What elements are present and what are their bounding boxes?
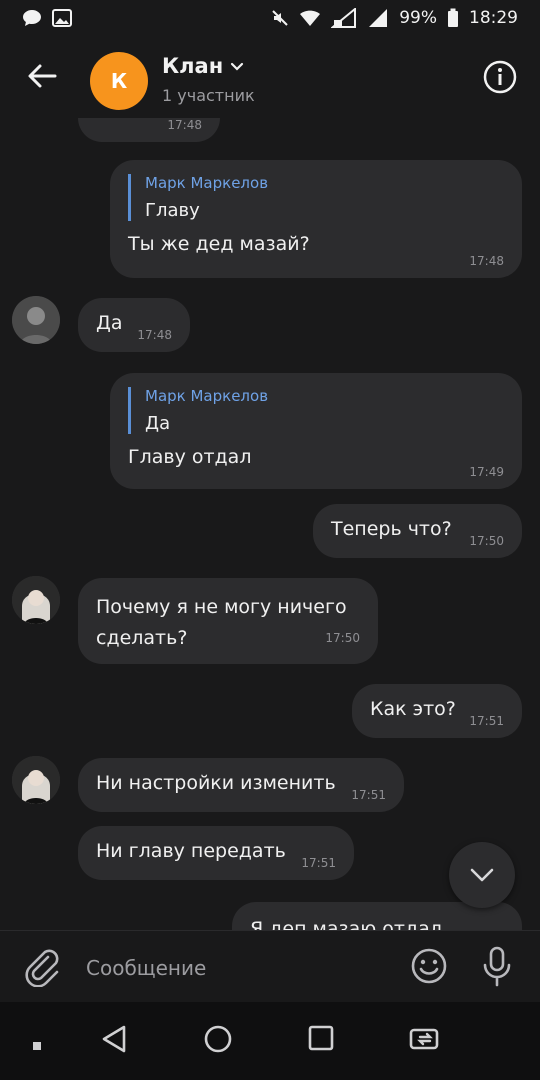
nav-home-button[interactable] xyxy=(203,1024,233,1058)
chat-info-button[interactable] xyxy=(483,60,517,94)
smiley-icon xyxy=(411,948,447,984)
message-bubble[interactable]: Ни главу передать 17:51 xyxy=(78,826,354,880)
message-bubble[interactable]: Теперь что? 17:50 xyxy=(313,504,522,558)
chat-title-text: Клан xyxy=(162,54,224,78)
reply-quote[interactable]: Марк Маркелов Главу xyxy=(128,174,504,221)
avatar[interactable] xyxy=(12,576,60,624)
signal-icon-2 xyxy=(369,9,388,27)
scroll-to-bottom-button[interactable] xyxy=(449,842,515,908)
mute-icon xyxy=(272,10,288,26)
triangle-back-icon xyxy=(102,1025,126,1053)
message-text: Да xyxy=(96,312,123,334)
notification-icons xyxy=(22,9,72,27)
avatar-woman-photo xyxy=(12,576,60,624)
message-time: 17:48 xyxy=(167,118,202,132)
message-text: Ни главу передать xyxy=(96,840,286,862)
chevron-down-icon xyxy=(231,62,244,71)
message-composer xyxy=(0,930,540,1003)
avatar[interactable] xyxy=(12,296,60,344)
chat-notification-icon xyxy=(23,10,41,26)
reply-text: Главу xyxy=(145,200,200,221)
message-time: 17:48 xyxy=(469,254,504,268)
message-bubble[interactable]: Ни настройки изменить 17:51 xyxy=(78,758,404,812)
square-recents-icon xyxy=(308,1025,334,1051)
emoji-button[interactable] xyxy=(410,947,448,985)
avatar-gray-photo xyxy=(12,296,60,344)
info-icon xyxy=(483,60,517,94)
message-time: 17:51 xyxy=(351,788,386,802)
clock: 18:29 xyxy=(469,8,518,28)
nav-dot-button[interactable] xyxy=(32,1036,42,1055)
paperclip-icon xyxy=(25,949,59,988)
message-input[interactable] xyxy=(84,949,388,987)
signal-icon-1 xyxy=(331,8,357,28)
status-bar: 99% 18:29 xyxy=(0,0,540,36)
nav-back-button[interactable] xyxy=(100,1024,128,1058)
microphone-icon xyxy=(483,946,511,987)
message-bubble[interactable]: Марк Маркелов Да Главу отдал 17:49 xyxy=(110,373,522,489)
message-time: 17:50 xyxy=(469,534,504,548)
message-text: Почему я не могу ничего сделать? xyxy=(96,596,347,649)
reply-author: Марк Маркелов xyxy=(145,387,269,405)
arrow-left-icon xyxy=(28,64,57,88)
avatar-woman-photo xyxy=(12,756,60,804)
chat-avatar[interactable]: К xyxy=(90,52,148,110)
system-navigation-bar xyxy=(0,1002,540,1080)
message-time: 17:51 xyxy=(469,714,504,728)
reply-author: Марк Маркелов xyxy=(145,174,269,192)
reply-quote[interactable]: Марк Маркелов Да xyxy=(128,387,504,434)
wifi-icon xyxy=(300,10,321,26)
system-status: 99% 18:29 xyxy=(271,8,518,28)
chat-title[interactable]: Клан xyxy=(162,54,245,78)
reply-text: Да xyxy=(145,413,171,434)
nav-switch-button[interactable] xyxy=(408,1024,442,1058)
message-time: 17:49 xyxy=(469,465,504,479)
attach-button[interactable] xyxy=(22,947,62,988)
dot-icon xyxy=(33,1042,41,1050)
chat-avatar-letter: К xyxy=(110,69,128,93)
message-text: Теперь что? xyxy=(331,518,452,540)
message-bubble[interactable]: Да 17:48 xyxy=(78,298,190,352)
message-text: Главу отдал xyxy=(128,446,252,468)
avatar[interactable] xyxy=(12,756,60,804)
chevron-down-icon xyxy=(470,868,494,882)
message-text: Ты же дед мазай? xyxy=(128,233,310,255)
message-bubble[interactable]: Марк Маркелов Главу Ты же дед мазай? 17:… xyxy=(110,160,522,278)
message-list[interactable]: 17:48 Марк Маркелов Главу Ты же дед маза… xyxy=(0,118,540,930)
message-time: 17:50 xyxy=(325,631,360,645)
back-button[interactable] xyxy=(22,56,62,96)
message-time: 17:48 xyxy=(137,328,172,342)
switch-apps-icon xyxy=(409,1028,439,1050)
gallery-notification-icon xyxy=(52,9,72,27)
chat-header: К Клан 1 участник xyxy=(0,36,540,118)
message-text: Ни настройки изменить xyxy=(96,772,336,794)
message-time: 17:51 xyxy=(301,856,336,870)
nav-recents-button[interactable] xyxy=(307,1024,335,1056)
circle-home-icon xyxy=(204,1025,232,1053)
message-bubble[interactable]: 17:48 xyxy=(78,118,220,142)
member-count: 1 участник xyxy=(162,86,255,105)
message-text: Как это? xyxy=(370,698,456,720)
battery-icon xyxy=(448,8,458,27)
voice-message-button[interactable] xyxy=(480,945,514,987)
message-text: Я деп мазаю отдал xyxy=(250,918,442,930)
message-bubble[interactable]: Как это? 17:51 xyxy=(352,684,522,738)
message-bubble[interactable]: Почему я не могу ничего сделать? 17:50 xyxy=(78,578,378,664)
battery-percent: 99% xyxy=(399,8,437,28)
